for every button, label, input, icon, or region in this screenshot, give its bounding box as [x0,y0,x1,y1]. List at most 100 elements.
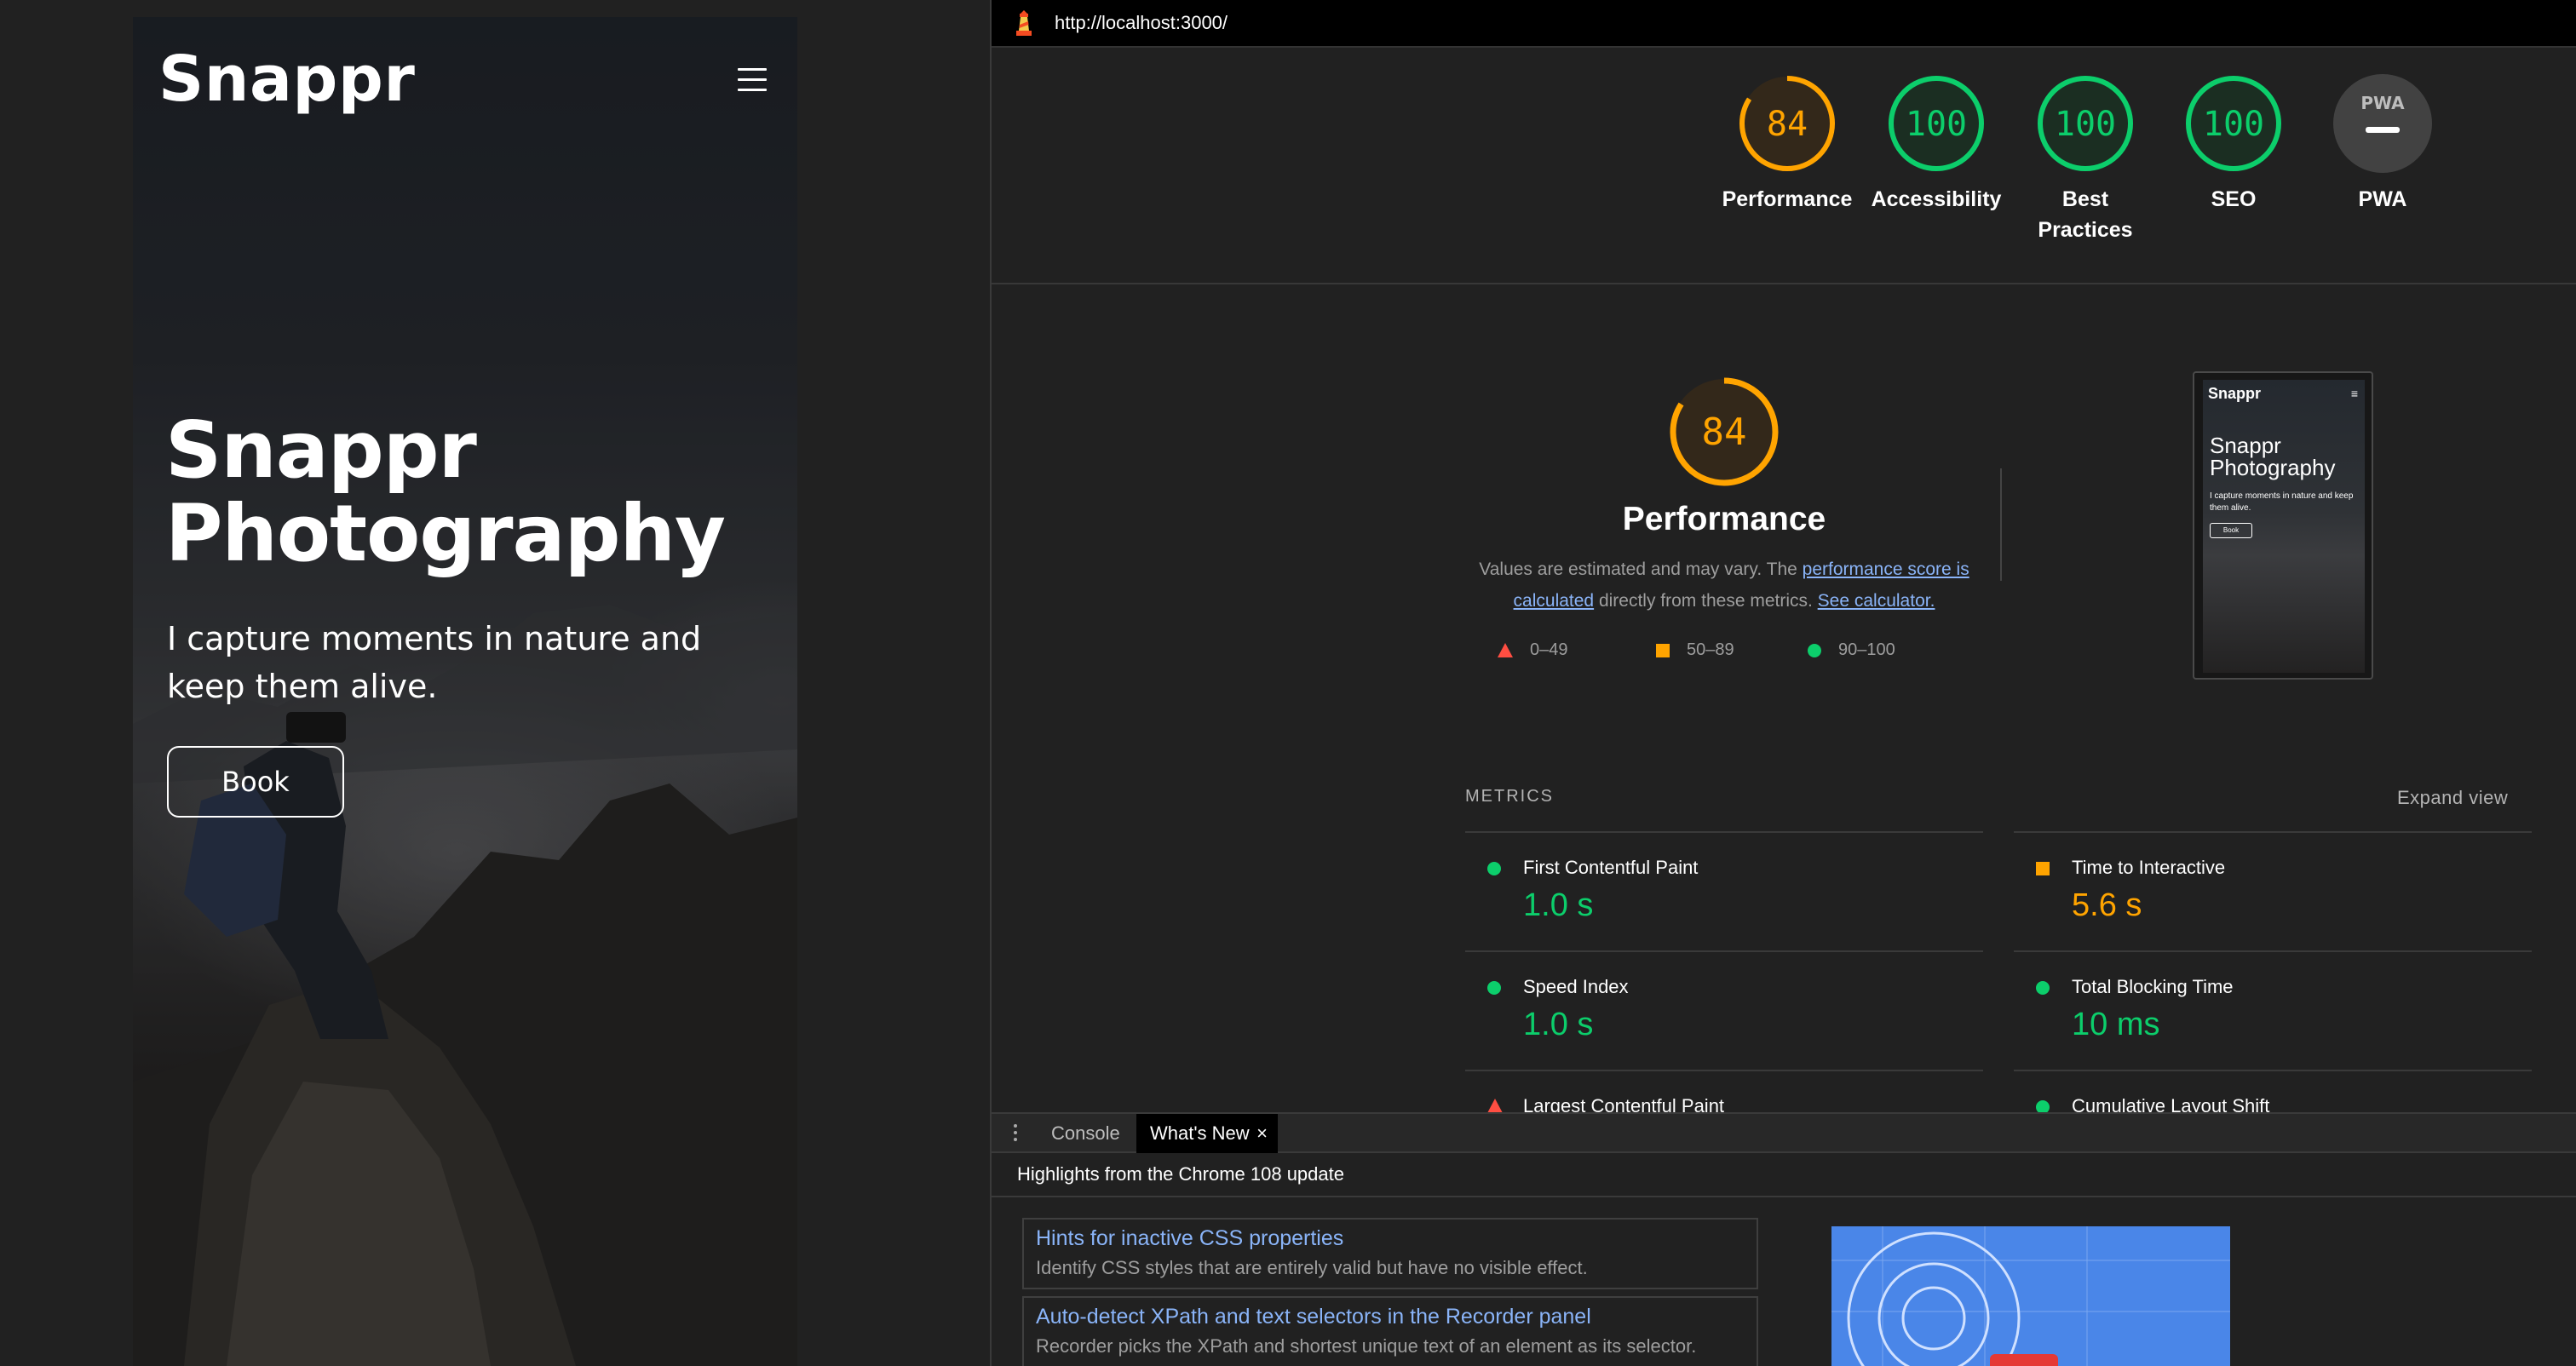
metric-value: 5.6 s [2072,887,2142,923]
metric-name: Total Blocking Time [2072,976,2234,997]
gauge-pwa[interactable]: PWA PWA [2297,73,2468,215]
gauge-seo[interactable]: 100 SEO [2148,73,2319,215]
expand-view-toggle[interactable]: Expand view [2397,787,2508,809]
gauge-performance-score: 84 [1767,105,1808,144]
thumbnail-title: Snappr Photography [2210,434,2335,479]
performance-summary: 84 Performance Values are estimated and … [1443,375,2005,666]
gauge-seo-score: 100 [2203,105,2264,144]
pass-circle-icon [2036,981,2050,995]
legend-pass-label: 90–100 [1838,640,1895,659]
gauge-seo-ring: 100 [2186,76,2281,171]
lighthouse-icon [1016,10,1032,36]
report-url[interactable]: http://localhost:3000/ [1055,12,1228,34]
screen: Snappr Snappr Photography I capture mome… [0,0,2576,1366]
book-button[interactable]: Book [167,746,344,818]
thumbnail-brand: Snappr [2208,385,2262,402]
gauge-accessibility-score: 100 [1906,105,1967,144]
metric-speed-index: Speed Index 1.0 s [1465,950,1983,1070]
tab-whats-new-label: What's New [1150,1122,1250,1144]
thumbnail-subtitle: I capture moments in nature and keep the… [2210,491,2354,513]
fail-triangle-icon [1498,643,1513,658]
metric-fcp: First Contentful Paint 1.0 s [1465,831,1983,950]
more-options-icon[interactable] [1014,1124,1019,1145]
final-screenshot-thumbnail[interactable]: Snappr ≡ Snappr Photography I capture mo… [2193,371,2373,680]
drawer-tabbar: Console What's New × [992,1112,2576,1153]
metric-value: 1.0 s [1523,887,1594,923]
site-logo[interactable]: Snappr [158,43,415,116]
thumbnail-book-button: Book [2210,523,2252,538]
metric-name: Largest Contentful Paint [1523,1095,1725,1112]
average-square-icon [2036,862,2050,875]
thumbnail-title-line-2: Photography [2210,455,2336,480]
fail-triangle-icon [1487,1099,1503,1112]
hero-title: Snappr Photography [165,405,726,579]
performance-desc-mid: directly from these metrics. [1594,591,1818,611]
gauge-accessibility-label: Accessibility [1871,187,2002,211]
metric-value: 1.0 s [1523,1007,1594,1042]
metric-tbt: Total Blocking Time 10 ms [2014,950,2532,1070]
performance-desc-prefix: Values are estimated and may vary. The [1479,560,1803,579]
device-preview-pane: Snappr Snappr Photography I capture mome… [0,0,990,1366]
gauge-best-practices-ring: 100 [2038,76,2133,171]
metrics-heading: METRICS [1465,787,1554,806]
legend-fail: 0–49 [1498,640,1568,660]
card-description: Recorder picks the XPath and shortest un… [1036,1335,1697,1357]
devtools-panel: http://localhost:3000/ 84 Performance 10… [990,0,2576,1366]
whats-new-card[interactable]: Auto-detect XPath and text selectors in … [1022,1296,1758,1366]
close-icon[interactable]: × [1256,1114,1268,1153]
section-divider [2000,468,2002,581]
see-calculator-link[interactable]: See calculator. [1818,591,1935,611]
gauge-pwa-label: PWA [2358,187,2407,211]
pass-circle-icon [1487,862,1501,875]
gauge-best-practices-label: Best Practices [2000,184,2171,245]
report-url-bar: http://localhost:3000/ [992,0,2576,48]
performance-description: Values are estimated and may vary. The p… [1443,554,2005,617]
legend-average: 50–89 [1656,640,1734,660]
gauge-accessibility[interactable]: 100 Accessibility [1851,73,2021,215]
performance-score: 84 [1702,410,1747,454]
average-square-icon [1656,643,1670,657]
legend-fail-label: 0–49 [1530,640,1568,659]
metric-name: Cumulative Layout Shift [2072,1095,2270,1112]
tab-whats-new[interactable]: What's New × [1136,1114,1278,1153]
gauge-best-practices-label-line-2: Practices [2038,218,2133,242]
hero-title-line-2: Photography [165,488,726,579]
hero-title-line-1: Snappr [165,405,477,496]
pass-circle-icon [2036,1100,2050,1112]
category-gauges: 84 Performance 100 Accessibility 100 Bes… [992,48,2576,284]
hero-subtitle: I capture moments in nature and keep the… [167,620,702,705]
gauge-best-practices-score: 100 [2055,105,2116,144]
metric-tti: Time to Interactive 5.6 s [2014,831,2532,950]
metric-cls: Cumulative Layout Shift [2014,1070,2532,1112]
metric-value: 10 ms [2072,1007,2160,1042]
legend-average-label: 50–89 [1687,640,1734,659]
metric-name: Speed Index [1523,976,1629,997]
chrome-update-illustration [1831,1226,2230,1366]
thumbnail-title-line-1: Snappr [2210,433,2281,458]
card-title[interactable]: Hints for inactive CSS properties [1036,1226,1343,1251]
whats-new-card[interactable]: Hints for inactive CSS properties Identi… [1022,1218,1758,1289]
tab-console[interactable]: Console [1051,1114,1120,1153]
thumbnail-page: Snappr ≡ Snappr Photography I capture mo… [2203,380,2365,673]
menu-icon[interactable] [738,68,767,95]
legend-pass: 90–100 [1808,640,1895,660]
card-title[interactable]: Auto-detect XPath and text selectors in … [1036,1305,1591,1329]
score-legend: 0–49 50–89 90–100 [1443,632,2005,666]
gauge-seo-label: SEO [2211,187,2257,211]
gauge-performance[interactable]: 84 Performance [1702,73,1872,215]
metric-name: Time to Interactive [2072,857,2226,878]
card-description: Identify CSS styles that are entirely va… [1036,1257,1588,1278]
pass-circle-icon [1487,981,1501,995]
gauge-best-practices[interactable]: 100 Best Practices [2000,73,2171,245]
performance-title: Performance [1622,501,1826,537]
performance-gauge[interactable]: 84 [1667,375,1781,489]
pwa-badge-icon: PWA [2333,74,2432,173]
gauge-performance-label: Performance [1722,187,1853,211]
gauge-accessibility-ring: 100 [1889,76,1984,171]
pwa-badge-text: PWA [2360,93,2405,113]
whats-new-heading: Highlights from the Chrome 108 update [1017,1163,1344,1185]
pass-circle-icon [1808,643,1821,657]
metric-lcp: Largest Contentful Paint [1465,1070,1983,1112]
whats-new-divider [992,1196,2576,1197]
thumbnail-menu-icon: ≡ [2350,387,2358,400]
